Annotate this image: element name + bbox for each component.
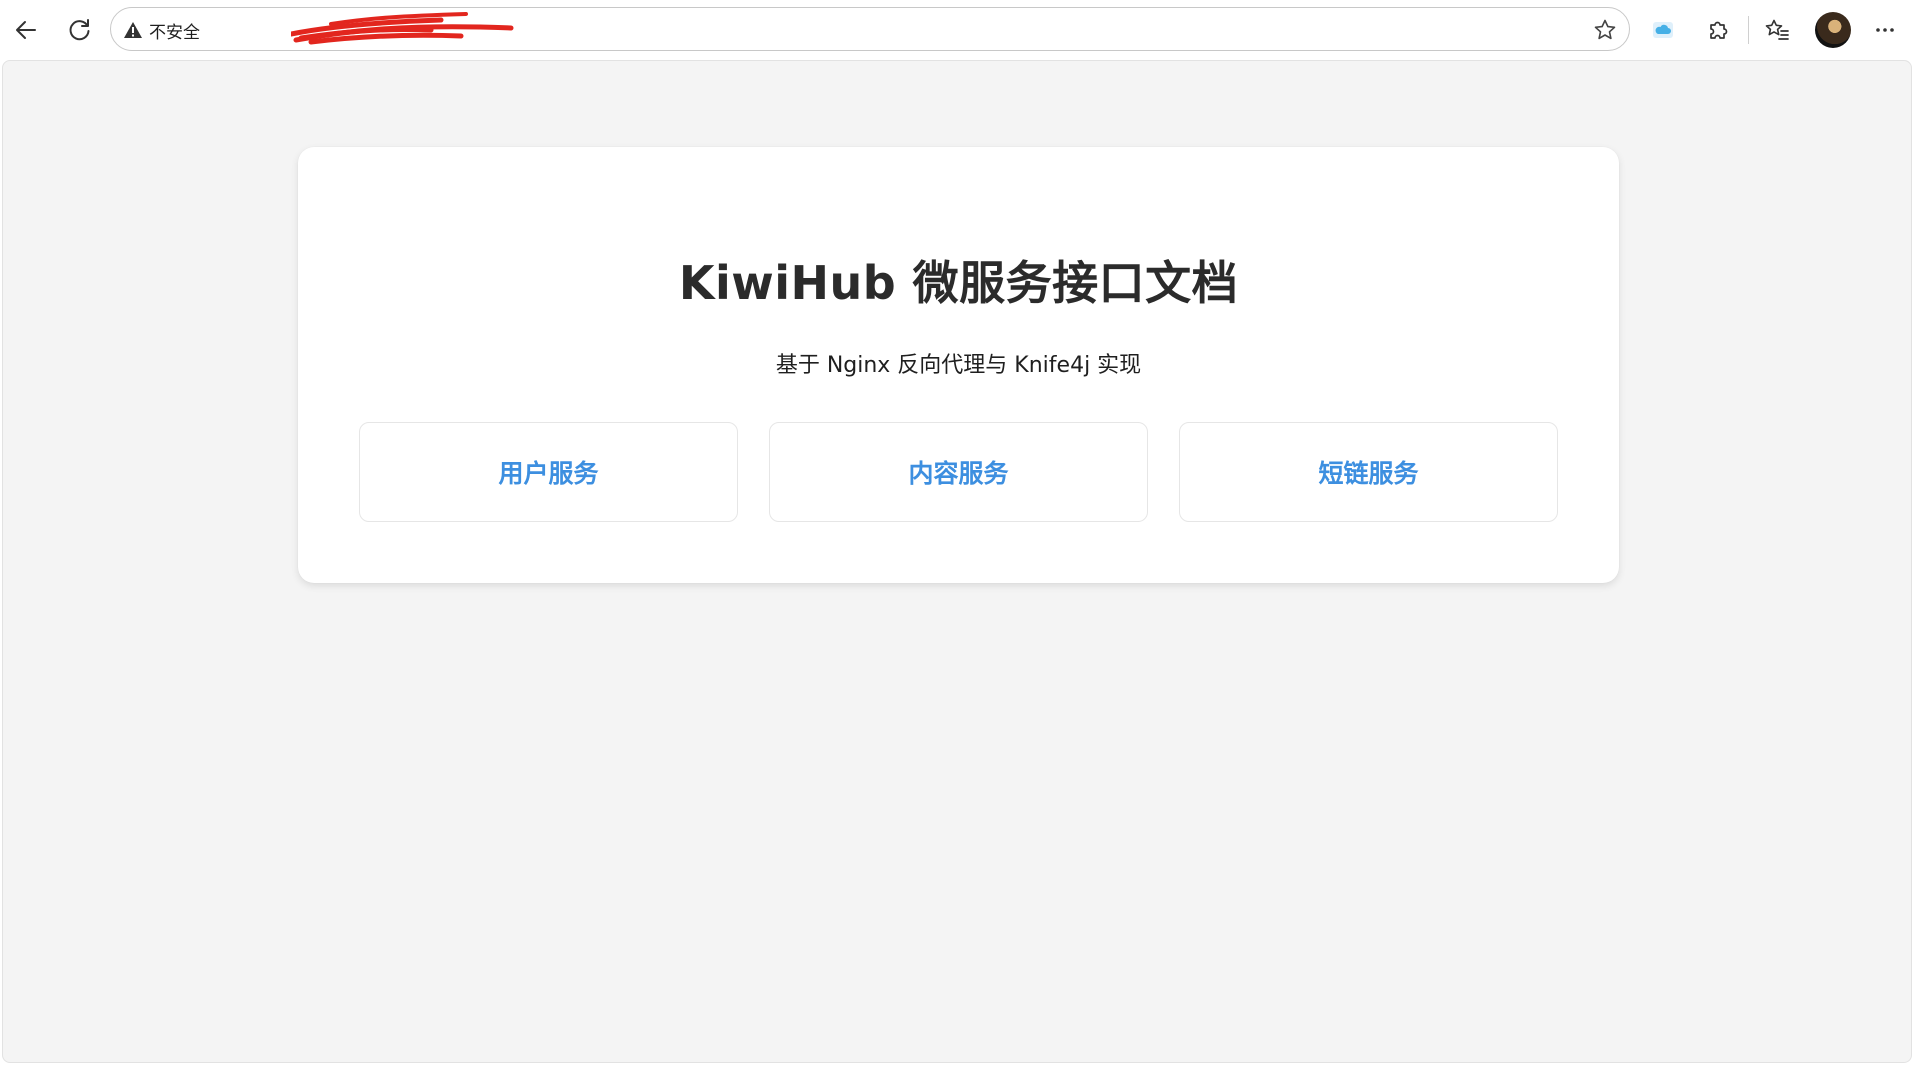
- browser-toolbar: 不安全: [0, 0, 1915, 60]
- security-label: 不安全: [149, 22, 200, 43]
- reload-icon: [69, 19, 90, 41]
- main-card: KiwiHub 微服务接口文档 基于 Nginx 反向代理与 Knife4j 实…: [298, 147, 1619, 583]
- favorites-icon: [1765, 19, 1789, 40]
- security-badge[interactable]: 不安全: [123, 17, 200, 43]
- address-bar[interactable]: 不安全: [110, 7, 1630, 51]
- puzzle-icon: [1710, 21, 1728, 39]
- warning-triangle-icon: [124, 22, 142, 38]
- cloud-extension-button[interactable]: [1645, 12, 1681, 48]
- toolbar-separator: [1748, 16, 1749, 44]
- star-icon: [1594, 19, 1616, 40]
- back-arrow-icon: [16, 21, 36, 39]
- page-subtitle: 基于 Nginx 反向代理与 Knife4j 实现: [775, 353, 1142, 378]
- reload-button[interactable]: [62, 12, 98, 48]
- extensions-button[interactable]: [1700, 12, 1736, 48]
- more-icon: [1876, 28, 1894, 32]
- add-favorite-button[interactable]: [1591, 16, 1619, 44]
- favorites-button[interactable]: [1759, 12, 1795, 48]
- back-button[interactable]: [8, 12, 44, 48]
- more-button[interactable]: [1867, 12, 1903, 48]
- page-viewport: KiwiHub 微服务接口文档 基于 Nginx 反向代理与 Knife4j 实…: [2, 60, 1912, 1063]
- avatar[interactable]: [1815, 12, 1851, 48]
- redaction-mark: [291, 12, 514, 45]
- user-service-link[interactable]: 用户服务: [359, 422, 738, 522]
- service-list: 用户服务 内容服务 短链服务: [359, 422, 1559, 522]
- content-service-link[interactable]: 内容服务: [769, 422, 1148, 522]
- page-title: KiwiHub 微服务接口文档: [678, 256, 1239, 310]
- cloud-icon: [1653, 22, 1673, 38]
- shortlink-service-link[interactable]: 短链服务: [1179, 422, 1558, 522]
